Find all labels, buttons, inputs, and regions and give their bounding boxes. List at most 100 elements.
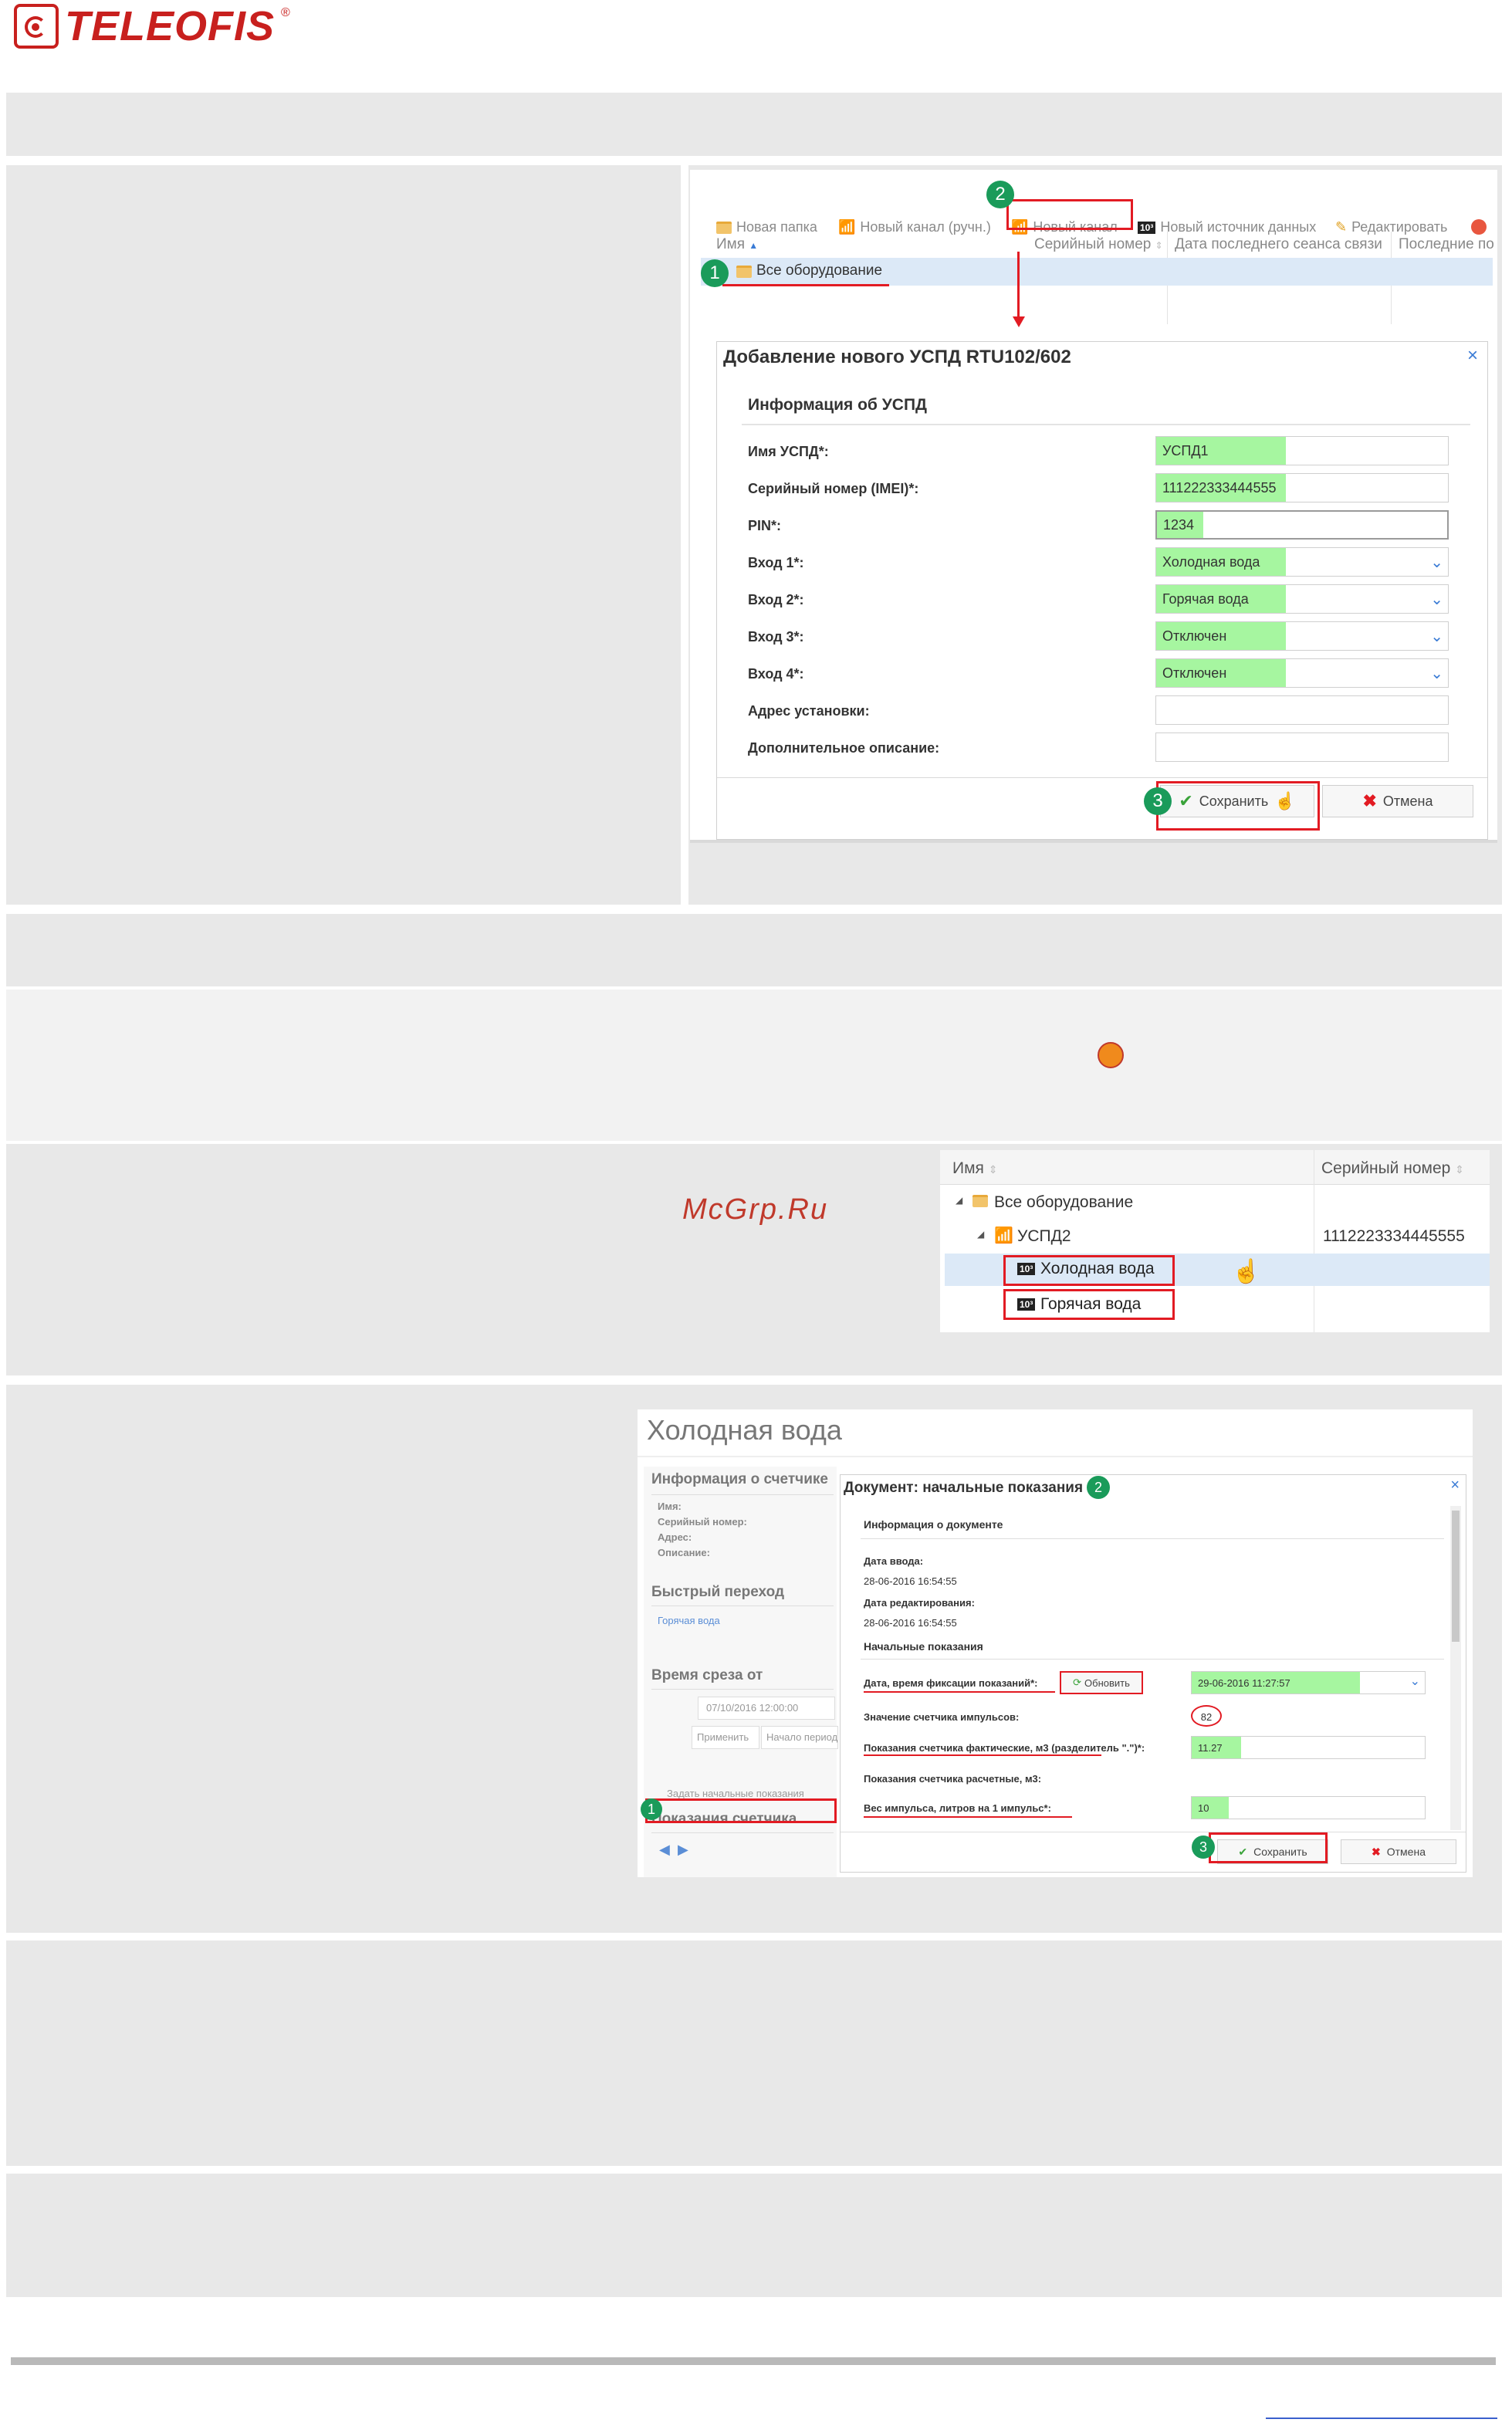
info-title: Информация о счетчике xyxy=(651,1471,828,1487)
column-serial[interactable]: Серийный номер ⇕ xyxy=(1321,1159,1464,1178)
new-channel-manual-button[interactable]: 📶 Новый канал (ручн.) xyxy=(838,219,991,235)
info-line: Адрес: xyxy=(658,1531,692,1543)
logo-reg: ® xyxy=(281,6,290,19)
tree-row-all-equipment[interactable]: Все оборудование xyxy=(701,258,1493,286)
label-address: Адрес установки: xyxy=(748,703,870,719)
pulse-value: 82 xyxy=(1191,1705,1222,1727)
label-input3: Вход 3*: xyxy=(748,629,804,645)
edit-label: Дата редактирования: xyxy=(864,1597,975,1609)
label-input2: Вход 2*: xyxy=(748,592,804,607)
slice-date-input[interactable]: 07/10/2016 12:00:00 xyxy=(698,1697,835,1720)
slice-title: Время среза от xyxy=(651,1667,763,1683)
cancel-button[interactable]: ✖ Отмена xyxy=(1322,785,1473,817)
select-input4[interactable]: Отключен ⌄ xyxy=(1155,658,1449,688)
label-input4: Вход 4*: xyxy=(748,666,804,682)
column-name[interactable]: Имя ⇕ xyxy=(952,1159,997,1178)
arrow-left-icon[interactable]: ◀ xyxy=(659,1842,670,1858)
chevron-down-icon: ⌄ xyxy=(1409,1675,1420,1688)
chevron-down-icon: ⌄ xyxy=(1430,665,1443,682)
orange-dot-icon xyxy=(1098,1042,1124,1068)
tree-row-all-equipment[interactable]: ◢ Все оборудование xyxy=(940,1186,1490,1218)
entry-value: 28-06-2016 16:54:55 xyxy=(864,1575,957,1587)
period-button[interactable]: Начало период xyxy=(761,1726,838,1749)
pulse-label: Значение счетчика импульсов: xyxy=(864,1711,1020,1723)
highlight-hot-water xyxy=(1003,1289,1175,1320)
chevron-down-icon: ⌄ xyxy=(1430,628,1443,645)
delete-button[interactable] xyxy=(1471,219,1487,235)
title-divider xyxy=(638,1456,1473,1457)
column-last[interactable]: Последние по xyxy=(1399,236,1494,253)
step-2-badge: 2 xyxy=(986,181,1014,208)
page-title: Холодная вода xyxy=(647,1414,842,1446)
set-initial-label: Задать начальные показания xyxy=(667,1788,804,1799)
select-input1[interactable]: Холодная вода ⌄ xyxy=(1155,547,1449,577)
underline xyxy=(864,1754,1101,1756)
row-serial: 1112223334445555 xyxy=(1323,1227,1465,1245)
tree-root-label: Все оборудование xyxy=(756,262,883,279)
column-last-session[interactable]: Дата последнего сеанса связи xyxy=(1175,236,1382,253)
logo-icon xyxy=(14,4,59,49)
quick-title: Быстрый переход xyxy=(651,1584,785,1600)
label-name: Имя УСПД*: xyxy=(748,444,829,459)
screenshot-tree: Имя ⇕ Серийный номер ⇕ ◢ Все оборудовани… xyxy=(940,1150,1490,1332)
weight-input[interactable]: 10 xyxy=(1191,1796,1426,1819)
label-input1: Вход 1*: xyxy=(748,555,804,570)
new-folder-button[interactable]: Новая папка xyxy=(716,219,817,235)
dialog-close-icon[interactable]: × xyxy=(1467,345,1478,367)
hand-cursor-icon: ☝ xyxy=(1232,1259,1261,1284)
watermark: McGrp.Ru xyxy=(682,1193,829,1226)
dialog-close-icon[interactable]: × xyxy=(1450,1477,1460,1494)
input-description[interactable] xyxy=(1155,733,1449,762)
calc-label: Показания счетчика расчетные, м3: xyxy=(864,1773,1042,1785)
step-1-badge: 1 xyxy=(641,1798,662,1820)
band-top xyxy=(6,93,1502,156)
actual-input[interactable]: 11.27 xyxy=(1191,1736,1426,1759)
info-divider xyxy=(651,1494,834,1495)
step-1-badge: 1 xyxy=(701,259,729,287)
logo-text: TELEOFIS xyxy=(65,3,276,49)
arrow-head-icon xyxy=(1013,316,1025,327)
select-input2[interactable]: Горячая вода ⌄ xyxy=(1155,584,1449,614)
refresh-button[interactable]: ⟳ Обновить xyxy=(1060,1671,1143,1694)
select-input3[interactable]: Отключен ⌄ xyxy=(1155,621,1449,651)
fix-datetime-select[interactable]: 29-06-2016 11:27:57 ⌄ xyxy=(1191,1671,1426,1694)
logo: TELEOFIS ® xyxy=(14,2,290,51)
column-name[interactable]: Имя ▲ xyxy=(716,236,758,253)
row-label: УСПД2 xyxy=(1017,1227,1071,1245)
arrow-right-icon[interactable]: ▶ xyxy=(678,1842,688,1858)
info-line: Описание: xyxy=(658,1547,710,1558)
new-source-button[interactable]: 10³ Новый источник данных xyxy=(1138,219,1316,235)
band-section3 xyxy=(6,990,1502,1141)
step-2-badge: 2 xyxy=(1087,1476,1110,1499)
dialog-scrollbar[interactable] xyxy=(1450,1506,1461,1830)
apply-button[interactable]: Применить xyxy=(692,1726,759,1749)
folder-icon xyxy=(972,1195,988,1207)
close-icon: ✖ xyxy=(1372,1845,1381,1858)
band-section1-left xyxy=(6,165,681,905)
cancel-button[interactable]: ✖ Отмена xyxy=(1341,1839,1456,1864)
quick-link-hot-water[interactable]: Горячая вода xyxy=(658,1615,720,1626)
input-name[interactable]: УСПД1 xyxy=(1155,436,1449,465)
pencil-icon: ✎ xyxy=(1335,219,1348,235)
column-serial[interactable]: Серийный номер ⇕ xyxy=(1034,236,1163,253)
step-3-badge: 3 xyxy=(1192,1836,1215,1859)
highlight-cold-water xyxy=(1003,1255,1175,1286)
edit-label: Редактировать xyxy=(1351,219,1448,235)
arrow-line xyxy=(1017,252,1020,320)
new-source-label: Новый источник данных xyxy=(1160,219,1317,235)
scrollbar-thumb[interactable] xyxy=(1452,1511,1460,1642)
folder-icon xyxy=(736,266,752,278)
antenna-icon: 📶 xyxy=(838,219,856,235)
expand-icon: ◢ xyxy=(977,1229,985,1240)
input-pin[interactable]: 1234 xyxy=(1155,510,1449,540)
input-serial[interactable]: 111222333444555 xyxy=(1155,473,1449,502)
chevron-down-icon: ⌄ xyxy=(1430,591,1443,608)
highlight-save xyxy=(1209,1832,1328,1863)
cancel-label: Отмена xyxy=(1386,1846,1426,1858)
input-address[interactable] xyxy=(1155,695,1449,725)
slice-date-value: 07/10/2016 12:00:00 xyxy=(706,1702,799,1714)
section-title: Информация об УСПД xyxy=(748,396,928,414)
tree-row-uspd2[interactable]: ◢ 📶 УСПД2 1112223334445555 xyxy=(940,1220,1490,1252)
apply-label: Применить xyxy=(697,1731,749,1743)
entry-label: Дата ввода: xyxy=(864,1555,924,1567)
